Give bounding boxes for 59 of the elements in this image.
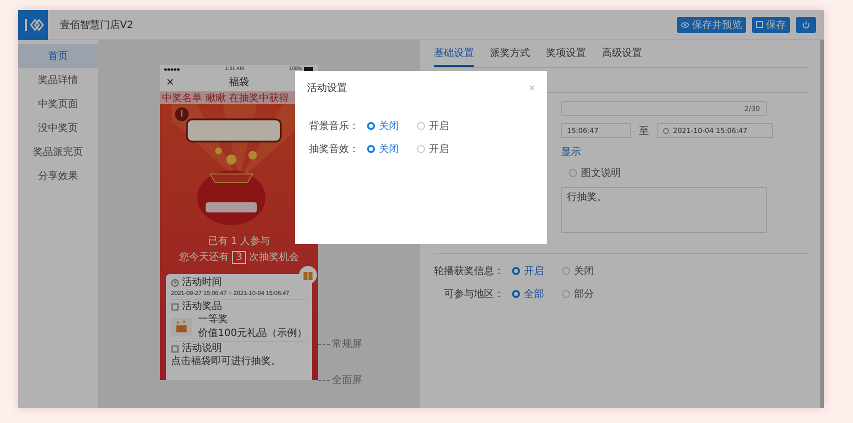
radio-option[interactable]: 关闭 [562,264,594,278]
sidebar-item[interactable]: 奖品详情 [18,68,98,92]
settings-tab[interactable]: 高级设置 [602,44,642,67]
radio-option[interactable]: 开启 [512,264,544,278]
participants-suffix: 人参与 [240,234,270,248]
radio-option[interactable]: 图文说明 [569,166,621,180]
clock-icon [663,128,669,134]
settings-tab[interactable]: 派奖方式 [490,44,530,67]
document-icon [171,345,179,353]
description-textarea[interactable]: 行抽奖。 [561,187,767,233]
field-label: 可参与地区： [443,288,504,301]
sidebar-item[interactable]: 首页 [18,44,98,68]
screen-marker-label: 常规屏 [332,338,362,351]
activity-description: 点击福袋即可进行抽奖。 [171,356,282,368]
app-title: 壹佰智慧门店V2 [60,18,134,32]
field-label: 抽奖音效： [308,142,359,156]
participants-prefix: 已有 [208,235,228,248]
section-title: 活动说明 [182,343,222,355]
sidebar-item[interactable]: 分享效果 [18,164,98,188]
radio-option[interactable]: 关闭 [367,142,399,156]
page-title: 福袋 [229,76,250,89]
settings-tab[interactable]: 基础设置 [434,44,474,67]
gift-box-drawing [171,317,192,337]
field-label: 轮播获奖信息： [434,264,504,278]
prize-value: 价值100元礼品（示例） [198,328,307,340]
radio-option[interactable]: 部分 [562,287,594,301]
radio-option[interactable]: 全部 [512,287,544,301]
sidebar-item[interactable]: 中奖页面 [18,92,98,116]
settings-tab[interactable]: 奖项设置 [546,44,586,67]
chances-suffix: 次抽奖机会 [249,250,300,264]
screen-marker-label: 全面屏 [332,374,362,387]
radio-option[interactable]: 开启 [417,119,449,133]
marquee-text: 中奖名单 [162,92,202,104]
chances-count: 3 [232,250,246,264]
section-title: 活动时间 [182,277,222,289]
field-label: 背景音乐： [308,120,359,133]
signal-icon [164,68,180,70]
sidebar-item[interactable]: 没中奖页 [18,116,98,140]
show-link[interactable]: 显示 [561,145,808,159]
document-icon [171,303,179,311]
prize-name: 一等奖 [198,314,229,326]
preview-button[interactable]: 保存并预览 [677,16,746,32]
save-icon [756,21,763,28]
range-separator: 至 [639,124,649,138]
chances-prefix: 您今天还有 [178,251,229,264]
participants-count: 1 [230,236,238,246]
close-button[interactable]: × [166,76,174,88]
radio-option[interactable]: 开启 [417,142,449,156]
eye-icon [681,22,689,28]
sidebar-item[interactable]: 奖品派完页 [18,140,98,164]
power-icon [802,20,810,28]
power-button[interactable] [796,16,816,32]
marquee-text: 瞅瞅 在抽奖中获得 [206,92,290,104]
section-title: 活动奖品 [182,301,222,313]
save-button[interactable]: 保存 [752,16,790,32]
battery-icon [304,67,314,71]
clock-icon [171,279,179,287]
dialog-title: 活动设置 [307,82,347,95]
radio-option[interactable]: 关闭 [367,119,399,133]
